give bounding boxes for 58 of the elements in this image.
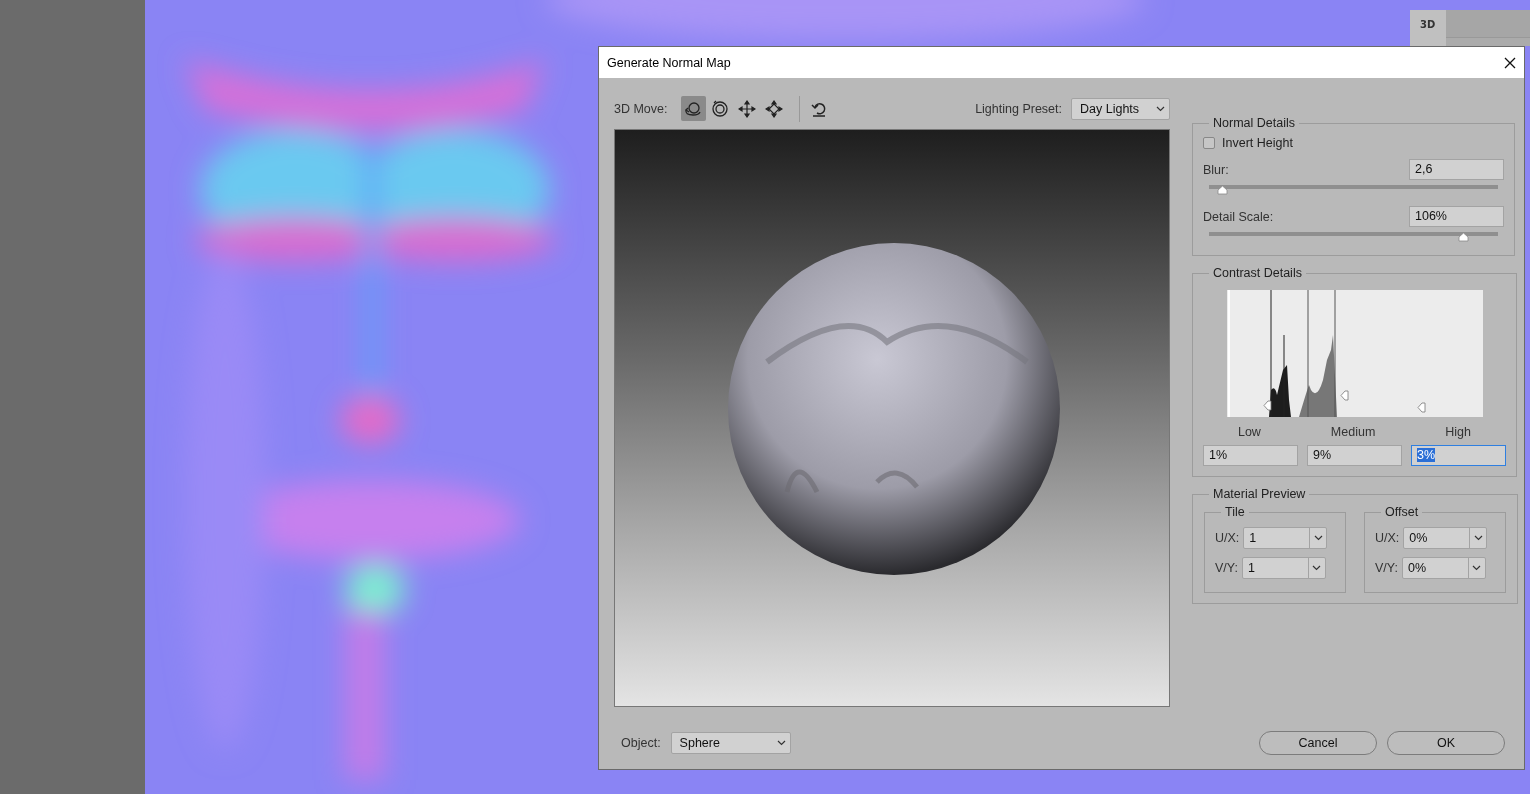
histogram-handle[interactable]: [1417, 402, 1427, 413]
field-label: Blur:: [1203, 162, 1229, 177]
close-icon[interactable]: [1504, 56, 1516, 69]
band-label: Low: [1237, 425, 1261, 439]
preview-viewport[interactable]: [614, 129, 1170, 707]
input-field[interactable]: 2,6: [1409, 159, 1504, 180]
field-label: Object:: [621, 736, 661, 750]
group-title: Material Preview: [1212, 487, 1307, 501]
caret-icon: [1473, 535, 1483, 541]
lighting-preset-dropdown[interactable]: Day Lights: [1071, 97, 1170, 120]
slider-track[interactable]: [1209, 183, 1498, 196]
slider-thumb[interactable]: [1458, 232, 1470, 242]
input-field[interactable]: 3%: [1411, 445, 1506, 466]
band-label: High: [1445, 425, 1471, 439]
input-field[interactable]: 9%: [1307, 445, 1402, 466]
caret-icon: [1312, 565, 1322, 571]
field-label: V/Y:: [1215, 561, 1238, 575]
dialog-button[interactable]: Cancel: [1259, 731, 1377, 755]
field-label: Lighting Preset:: [975, 101, 1062, 116]
window-title: Generate Normal Map: [607, 55, 731, 70]
caret-icon: [1313, 535, 1323, 541]
slide-icon: [765, 99, 783, 118]
caret-icon: [1472, 565, 1482, 571]
combo-box[interactable]: 0%: [1403, 527, 1488, 549]
dialog-button[interactable]: OK: [1387, 731, 1505, 755]
histogram-handle[interactable]: [1340, 390, 1350, 401]
tool-button[interactable]: [680, 96, 706, 121]
group-title: Contrast Details: [1212, 266, 1303, 280]
caret-icon: [1156, 105, 1165, 112]
field-label: Detail Scale:: [1203, 209, 1274, 224]
checkbox[interactable]: [1203, 137, 1215, 149]
histogram-handle[interactable]: [1263, 400, 1273, 411]
band-label: Medium: [1330, 425, 1376, 439]
histogram-slider[interactable]: [1226, 290, 1483, 417]
combo-box[interactable]: 1: [1243, 527, 1328, 549]
combo-box[interactable]: 0%: [1401, 557, 1486, 579]
group-title: Normal Details: [1212, 116, 1296, 130]
combo-box[interactable]: 1: [1241, 557, 1326, 579]
panel-tab[interactable]: 3D: [1410, 10, 1446, 46]
orbit-icon: [684, 99, 702, 118]
field-value: 9%: [1313, 448, 1332, 462]
field-label: U/X:: [1215, 531, 1240, 545]
pan-icon: [738, 99, 756, 118]
input-field[interactable]: 1%: [1203, 445, 1298, 466]
checkbox-label[interactable]: Invert Height: [1222, 136, 1293, 150]
field-value: 1%: [1209, 448, 1228, 462]
group-title: Offset: [1384, 505, 1420, 519]
slider-thumb[interactable]: [1217, 185, 1228, 195]
toolbar-label: 3D Move:: [614, 101, 668, 116]
input-field[interactable]: 106%: [1409, 206, 1504, 227]
slider-track[interactable]: [1209, 230, 1498, 243]
field-value: 3%: [1417, 448, 1436, 462]
caret-icon: [776, 740, 786, 746]
field-label: U/X:: [1375, 531, 1400, 545]
group-title: Tile: [1224, 505, 1246, 519]
field-label: V/Y:: [1375, 561, 1398, 575]
roll-icon: [711, 99, 729, 118]
object-dropdown[interactable]: Sphere: [670, 732, 791, 754]
